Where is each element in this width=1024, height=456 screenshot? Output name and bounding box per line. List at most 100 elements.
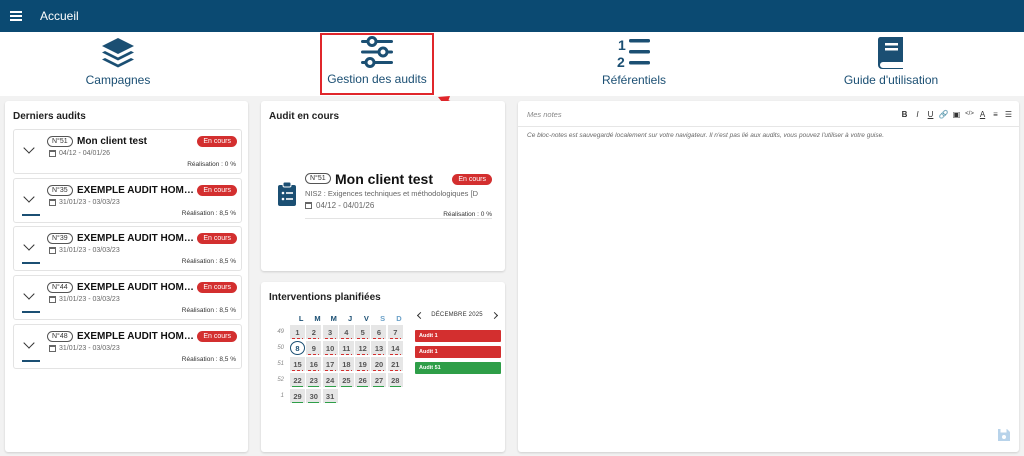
calendar-day[interactable]: 9	[306, 341, 322, 355]
calendar-day[interactable]: 30	[306, 389, 322, 403]
current-audit-title: Audit en cours	[269, 111, 340, 122]
chevron-down-icon[interactable]	[23, 142, 35, 154]
nav-gestion-audits[interactable]: Gestion des audits	[320, 33, 434, 95]
chevron-right-icon[interactable]	[489, 310, 499, 320]
calendar-day[interactable]: 27	[371, 373, 387, 387]
calendar-day[interactable]: 11	[338, 341, 354, 355]
chevron-down-icon[interactable]	[23, 337, 35, 349]
calendar-day[interactable]: 15	[290, 357, 305, 371]
nav-campagnes[interactable]: Campagnes	[53, 36, 183, 92]
calendar-day[interactable]: 31	[322, 389, 338, 403]
calendar-day[interactable]: 5	[355, 325, 371, 339]
audit-name: EXEMPLE AUDIT HOMOLOGATION	[77, 282, 201, 293]
event-item[interactable]: Audit 1	[415, 330, 501, 342]
status-badge: En cours	[452, 174, 492, 185]
image-icon[interactable]: ▣	[952, 109, 961, 119]
calendar-week: 1 29 30 31	[271, 389, 407, 403]
calendar-day[interactable]: 22	[290, 373, 305, 387]
audit-realisation: Réalisation : 0 %	[187, 161, 236, 168]
calendar-day[interactable]: 14	[387, 341, 403, 355]
top-bar: Accueil	[0, 0, 1024, 32]
audit-number: N°39	[47, 233, 73, 244]
audit-card[interactable]: N°48 EXEMPLE AUDIT HOMOLOGATION 31/01/23…	[13, 324, 242, 369]
calendar-day[interactable]: 25	[338, 373, 354, 387]
current-audit-panel: Audit en cours N°51 Mon client test En c…	[261, 101, 505, 271]
calendar-day[interactable]: 2	[306, 325, 322, 339]
calendar-day[interactable]: 4	[338, 325, 354, 339]
underline-button[interactable]: U	[926, 109, 935, 119]
calendar-day[interactable]: 12	[355, 341, 371, 355]
audit-card[interactable]: N°51 Mon client test 04/12 - 04/01/26 En…	[13, 129, 242, 174]
calendar-day[interactable]: 19	[355, 357, 371, 371]
audit-dates-text: 31/01/23 - 03/03/23	[59, 247, 120, 254]
nav-guide[interactable]: Guide d'utilisation	[826, 36, 956, 92]
event-item[interactable]: Audit 1	[415, 346, 501, 358]
bold-button[interactable]: B	[900, 109, 909, 119]
weekday-label: S	[380, 314, 386, 323]
calendar-day[interactable]: 26	[355, 373, 371, 387]
calendar-day-today[interactable]: 8	[290, 341, 305, 355]
audit-number: N°44	[47, 282, 73, 293]
progress-bar	[22, 311, 40, 313]
link-icon[interactable]: 🔗	[939, 109, 949, 119]
weekday-header: L M M J V S D	[293, 314, 407, 323]
calendar-day[interactable]: 6	[371, 325, 387, 339]
italic-button[interactable]: I	[913, 109, 922, 119]
calendar-day[interactable]: 20	[371, 357, 387, 371]
audit-dates-text: 04/12 - 04/01/26	[59, 150, 110, 157]
week-number: 52	[277, 377, 284, 383]
layers-icon	[100, 36, 136, 70]
audit-name: EXEMPLE AUDIT HOMOLOGATION	[77, 185, 201, 196]
calendar-icon	[49, 247, 56, 254]
audit-dates: 31/01/23 - 03/03/23	[49, 199, 120, 206]
audit-card[interactable]: N°35 EXEMPLE AUDIT HOMOLOGATION 31/01/23…	[13, 178, 242, 223]
chevron-left-icon[interactable]	[415, 310, 425, 320]
notes-title: Mes notes	[527, 110, 562, 119]
month-navigation: DÉCEMBRE 2025	[415, 310, 499, 320]
calendar-day[interactable]: 10	[322, 341, 338, 355]
audit-realisation: Réalisation : 8,5 %	[181, 258, 236, 265]
progress-bar	[22, 360, 40, 362]
current-audit-card[interactable]: N°51 Mon client test En cours NIS2 : Exi…	[277, 171, 492, 221]
chevron-down-icon[interactable]	[23, 288, 35, 300]
chevron-down-icon[interactable]	[23, 191, 35, 203]
calendar-day[interactable]: 21	[387, 357, 403, 371]
text-color-icon[interactable]: A	[978, 109, 987, 119]
calendar-grid: L M M J V S D 49 1 2 3 4 5 6 7 50 8 9 10…	[271, 314, 407, 403]
weekday-label: L	[298, 314, 304, 323]
calendar-day[interactable]: 29	[290, 389, 305, 403]
menu-icon[interactable]	[2, 0, 30, 32]
audit-card[interactable]: N°39 EXEMPLE AUDIT HOMOLOGATION 31/01/23…	[13, 226, 242, 271]
interventions-panel: Interventions planifiées L M M J V S D 4…	[261, 282, 505, 452]
audit-card[interactable]: N°44 EXEMPLE AUDIT HOMOLOGATION 31/01/23…	[13, 275, 242, 320]
calendar-day[interactable]: 28	[387, 373, 403, 387]
svg-text:2: 2	[617, 54, 625, 70]
calendar-icon	[49, 199, 56, 206]
notes-panel: Mes notes B I U 🔗 ▣ </> A ≡ ☰ Ce bloc-no…	[518, 101, 1019, 452]
weekday-label: V	[363, 314, 369, 323]
calendar-day[interactable]: 17	[322, 357, 338, 371]
calendar-icon	[49, 345, 56, 352]
progress-bar	[22, 214, 40, 216]
calendar-icon	[305, 202, 312, 209]
calendar-day[interactable]: 23	[306, 373, 322, 387]
nav-referentiels[interactable]: 1 2 Référentiels	[569, 36, 699, 92]
ordered-list-button-icon[interactable]: ≡	[991, 109, 1000, 119]
bullet-list-icon[interactable]: ☰	[1004, 109, 1013, 119]
audit-realisation: Réalisation : 8,5 %	[181, 210, 236, 217]
notes-editor[interactable]: Ce bloc-notes est sauvegardé localement …	[527, 132, 884, 139]
calendar-day[interactable]: 18	[338, 357, 354, 371]
nav-gestion-audits-label: Gestion des audits	[327, 72, 427, 86]
calendar-day[interactable]: 24	[322, 373, 338, 387]
save-icon[interactable]	[997, 428, 1011, 442]
calendar-day[interactable]: 1	[290, 325, 305, 339]
nav-campagnes-label: Campagnes	[85, 73, 151, 87]
event-item[interactable]: Audit 51	[415, 362, 501, 374]
audit-number: N°51	[47, 136, 73, 147]
chevron-down-icon[interactable]	[23, 239, 35, 251]
calendar-day[interactable]: 16	[306, 357, 322, 371]
calendar-day[interactable]: 3	[322, 325, 338, 339]
calendar-day[interactable]: 7	[387, 325, 403, 339]
code-icon[interactable]: </>	[965, 109, 974, 119]
calendar-day[interactable]: 13	[371, 341, 387, 355]
